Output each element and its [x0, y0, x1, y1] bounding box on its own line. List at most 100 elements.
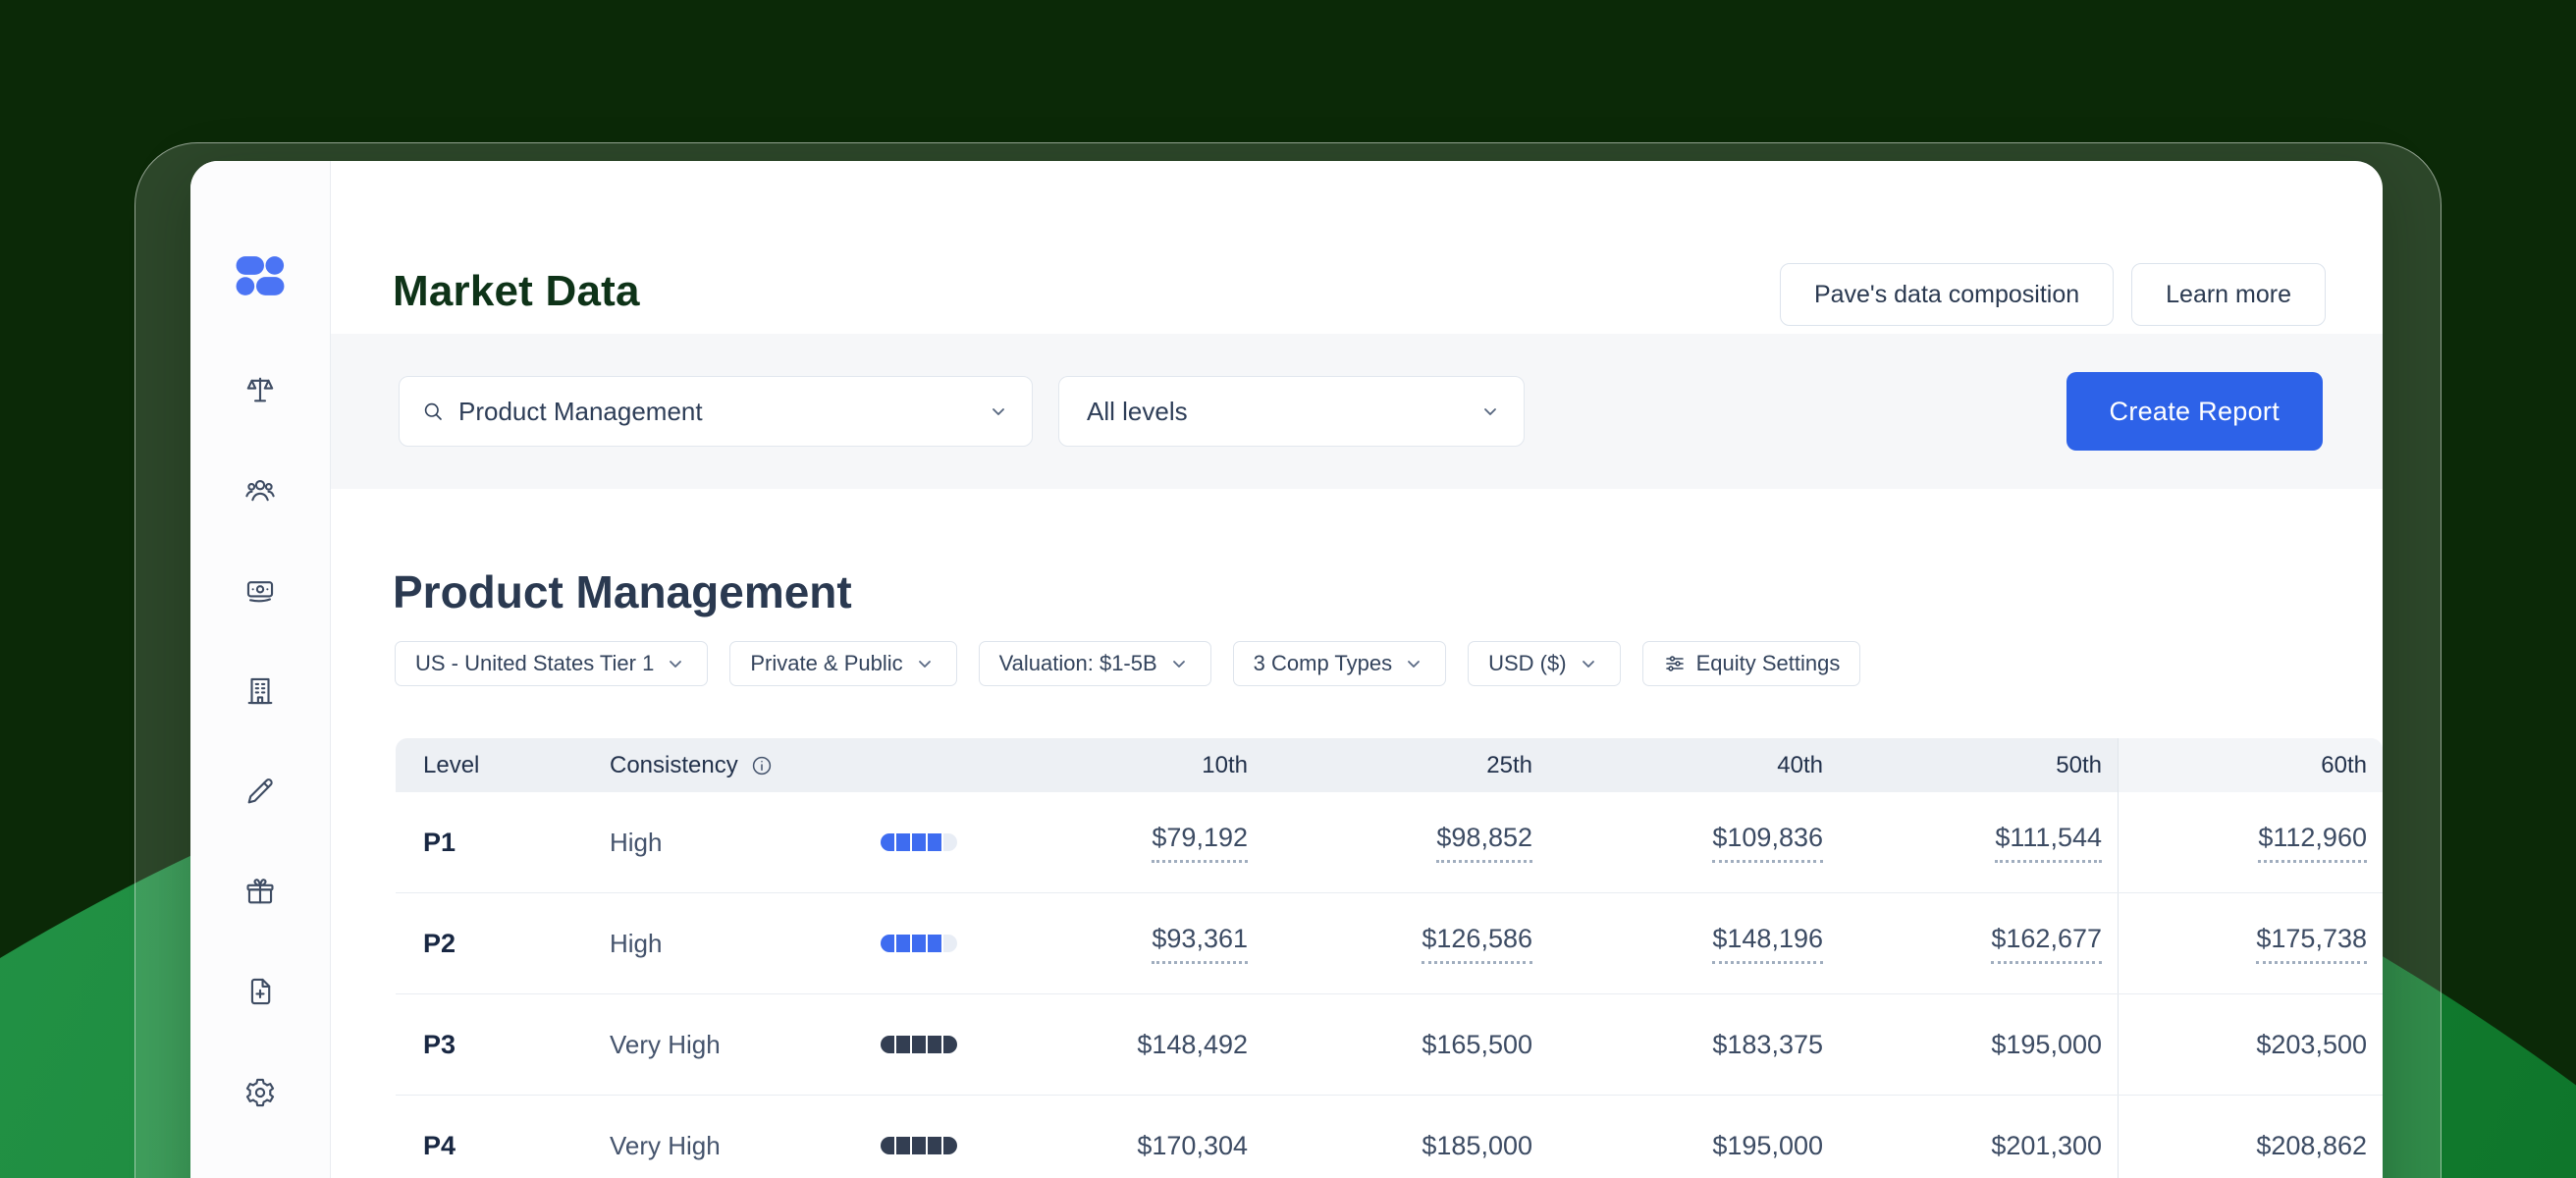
percentile-value: $170,304: [1137, 1131, 1248, 1161]
learn-more-button[interactable]: Learn more: [2131, 263, 2326, 326]
filter-chip-us-united-states-tier-1[interactable]: US - United States Tier 1: [395, 641, 708, 686]
sidebar-item-new-report[interactable]: [237, 968, 284, 1015]
percentile-value: $203,500: [2256, 1030, 2367, 1060]
percentile-value[interactable]: $126,586: [1422, 924, 1532, 964]
consistency-rating-bar: [881, 935, 957, 952]
sidebar-item-settings[interactable]: [237, 1069, 284, 1116]
column-header-level: Level: [396, 738, 582, 792]
value-cell-50th: $111,544: [1839, 792, 2118, 892]
value-cell-10th: $170,304: [979, 1096, 1263, 1178]
percentile-value[interactable]: $175,738: [2256, 924, 2367, 964]
page-title: Market Data: [393, 267, 640, 316]
percentile-value: $208,862: [2256, 1131, 2367, 1161]
filter-chip-equity-settings[interactable]: Equity Settings: [1642, 641, 1861, 686]
filter-chip-label: Private & Public: [750, 651, 902, 676]
section-title: Product Management: [393, 565, 852, 618]
pencil-icon: [243, 775, 277, 808]
column-header-10th: 10th: [979, 738, 1263, 792]
column-header-consistency: Consistency: [582, 738, 979, 792]
create-report-button[interactable]: Create Report: [2066, 372, 2323, 451]
value-cell-60th: $203,500: [2118, 994, 2383, 1095]
rating-segment: [896, 833, 910, 851]
value-cell-25th: $98,852: [1263, 792, 1548, 892]
value-cell-25th: $185,000: [1263, 1096, 1548, 1178]
job-family-select[interactable]: Product Management: [399, 376, 1033, 447]
chevron-down-icon: [1478, 400, 1502, 423]
percentile-value[interactable]: $109,836: [1712, 823, 1823, 863]
consistency-cell: Very High: [582, 1096, 979, 1178]
filter-chips: US - United States Tier 1 Private & Publi…: [395, 641, 1860, 686]
percentile-value[interactable]: $79,192: [1152, 823, 1248, 863]
rating-segment: [881, 935, 894, 952]
percentile-value[interactable]: $112,960: [2258, 823, 2367, 863]
info-icon[interactable]: [750, 754, 774, 777]
pave-logo-icon: [236, 251, 285, 300]
value-cell-50th: $162,677: [1839, 893, 2118, 993]
sidebar-item-benefits[interactable]: [237, 868, 284, 915]
users-icon: [243, 473, 277, 507]
consistency-rating-bar: [881, 833, 957, 851]
percentile-value[interactable]: $98,852: [1436, 823, 1532, 863]
filter-chip-label: USD ($): [1488, 651, 1566, 676]
percentile-value: $185,000: [1422, 1131, 1532, 1161]
rating-segment: [912, 935, 926, 952]
column-header-50th: 50th: [1839, 738, 2118, 792]
value-cell-50th: $195,000: [1839, 994, 2118, 1095]
percentile-value[interactable]: $111,544: [1995, 823, 2102, 863]
level-cell: P4: [396, 1096, 582, 1178]
rating-segment: [943, 935, 957, 952]
market-data-table: LevelConsistency10th25th40th50th60thP1 H…: [396, 738, 2383, 1178]
consistency-cell: High: [582, 893, 979, 993]
header-actions: Pave's data composition Learn more: [1780, 263, 2326, 326]
percentile-value[interactable]: $162,677: [1991, 924, 2102, 964]
value-cell-10th: $93,361: [979, 893, 1263, 993]
rating-segment: [881, 833, 894, 851]
data-composition-button[interactable]: Pave's data composition: [1780, 263, 2114, 326]
sidebar-item-company[interactable]: [237, 668, 284, 715]
percentile-value[interactable]: $93,361: [1152, 924, 1248, 964]
building-icon: [243, 674, 277, 708]
sidebar-item-leveling[interactable]: [237, 366, 284, 413]
job-family-value: Product Management: [458, 397, 703, 427]
sidebar-item-compensation[interactable]: [237, 566, 284, 614]
balance-icon: [243, 373, 277, 406]
sidebar-item-employees[interactable]: [237, 466, 284, 513]
value-cell-25th: $126,586: [1263, 893, 1548, 993]
rating-segment: [896, 1036, 910, 1053]
sidebar-item-edit[interactable]: [237, 768, 284, 815]
sliders-icon: [1663, 652, 1687, 675]
rating-segment: [928, 1036, 941, 1053]
rating-segment: [912, 1036, 926, 1053]
level-cell: P1: [396, 792, 582, 892]
rating-segment: [928, 1137, 941, 1154]
percentile-value: $201,300: [1991, 1131, 2102, 1161]
percentile-value[interactable]: $148,196: [1712, 924, 1823, 964]
file-plus-icon: [243, 975, 277, 1008]
banknote-icon: [243, 573, 277, 607]
rating-segment: [896, 1137, 910, 1154]
chevron-down-icon: [987, 400, 1010, 423]
rating-segment: [881, 1137, 894, 1154]
consistency-rating-bar: [881, 1036, 957, 1053]
filter-chip-label: Valuation: $1-5B: [999, 651, 1157, 676]
app-screenshot: Market Data Pave's data composition Lear…: [0, 0, 2576, 1178]
level-cell: P3: [396, 994, 582, 1095]
value-cell-40th: $109,836: [1548, 792, 1839, 892]
value-cell-60th: $208,862: [2118, 1096, 2383, 1178]
filter-chip-private-public[interactable]: Private & Public: [729, 641, 956, 686]
rating-segment: [896, 935, 910, 952]
pave-logo[interactable]: [236, 251, 285, 300]
percentile-value: $195,000: [1991, 1030, 2102, 1060]
filter-chip-usd[interactable]: USD ($): [1468, 641, 1620, 686]
value-cell-40th: $148,196: [1548, 893, 1839, 993]
value-cell-10th: $79,192: [979, 792, 1263, 892]
filter-chip-valuation-1-5b[interactable]: Valuation: $1-5B: [979, 641, 1211, 686]
filter-chip-3-comp-types[interactable]: 3 Comp Types: [1233, 641, 1446, 686]
table-row-p3: P3 Very High $148,492$165,500$183,375$19…: [396, 994, 2383, 1096]
levels-select[interactable]: All levels: [1058, 376, 1525, 447]
rating-segment: [943, 1036, 957, 1053]
column-header-60th: 60th: [2118, 738, 2383, 792]
column-header-40th: 40th: [1548, 738, 1839, 792]
filter-chip-label: US - United States Tier 1: [415, 651, 654, 676]
rating-segment: [912, 1137, 926, 1154]
